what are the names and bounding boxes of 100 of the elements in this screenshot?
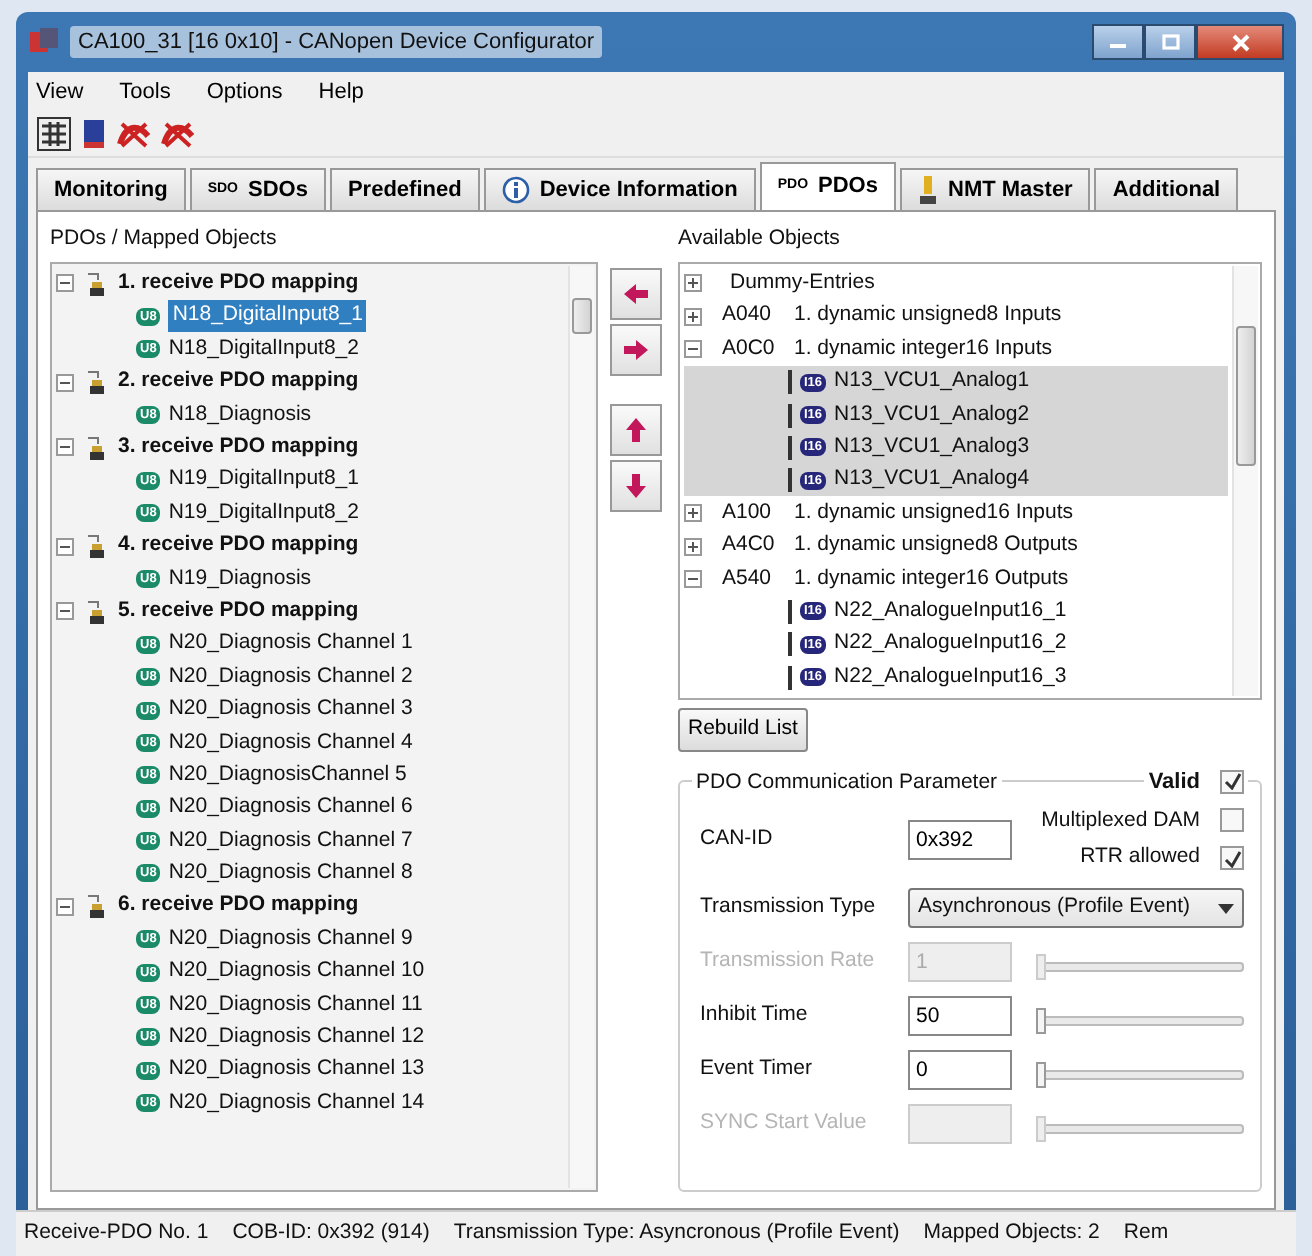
arrow-right-icon	[622, 336, 650, 364]
arrow-up-icon	[622, 416, 650, 444]
expander-icon[interactable]	[56, 274, 74, 293]
menu-item[interactable]: Tools	[119, 76, 171, 106]
group-label[interactable]: 4. receive PDO mapping	[118, 530, 359, 562]
tree-item[interactable]: N20_Diagnosis Channel 13	[168, 1054, 425, 1087]
object-index: A040	[722, 300, 774, 331]
group-label[interactable]: 3. receive PDO mapping	[118, 432, 359, 464]
checkbox[interactable]	[1220, 769, 1244, 794]
group-label[interactable]: 1. dynamic integer16 Inputs	[794, 333, 1052, 366]
arrow-down-button[interactable]	[610, 460, 662, 512]
checkbox-label: Multiplexed DAM	[1041, 805, 1200, 836]
field-label: CAN-ID	[700, 823, 775, 854]
object-index: A0C0	[722, 333, 777, 364]
mapping-icon	[82, 597, 110, 626]
maximize-icon	[1161, 34, 1179, 50]
input-field[interactable]: 50	[908, 996, 1012, 1037]
group-label[interactable]: Dummy-Entries	[730, 268, 875, 300]
connector-icon	[788, 632, 792, 657]
status-text: COB-ID: 0x392 (914)	[232, 1218, 430, 1249]
expander-icon[interactable]	[684, 504, 702, 523]
group-label[interactable]: 5. receive PDO mapping	[118, 595, 359, 628]
tab[interactable]: Monitoring	[36, 168, 186, 210]
tree-item[interactable]: N20_Diagnosis Channel 9	[168, 923, 413, 956]
tree-item[interactable]: N20_Diagnosis Channel 6	[168, 792, 413, 825]
tree-item[interactable]: N20_Diagnosis Channel 12	[168, 1022, 425, 1054]
arrow-left-button[interactable]	[610, 268, 662, 320]
checkbox[interactable]	[1220, 846, 1244, 871]
item-label: N13_VCU1_Analog3	[834, 432, 1030, 463]
tree-item[interactable]: N19_Diagnosis	[168, 563, 312, 595]
connector-icon	[788, 370, 792, 395]
tree-item[interactable]: N20_DiagnosisChannel 5	[168, 759, 407, 792]
group-label[interactable]: 1. dynamic unsigned8 Outputs	[794, 530, 1078, 562]
mapping-icon	[82, 433, 110, 462]
tree-item[interactable]: N19_DigitalInput8_2	[168, 497, 359, 530]
connector-icon	[788, 468, 792, 493]
tree-item[interactable]: N20_Diagnosis Channel 11	[168, 989, 423, 1021]
panel-label: Available Objects	[678, 224, 842, 254]
tree-item[interactable]: N20_Diagnosis Channel 10	[168, 956, 425, 989]
arrow-up-button[interactable]	[610, 404, 662, 456]
tree-item[interactable]: N20_Diagnosis Channel 7	[168, 825, 413, 857]
arrow-right-button[interactable]	[610, 324, 662, 376]
menu-item[interactable]: Help	[318, 76, 364, 106]
tree-item[interactable]: N20_Diagnosis Channel 2	[168, 661, 413, 693]
expander-icon[interactable]	[56, 537, 74, 556]
expander-icon[interactable]	[684, 569, 702, 588]
grid-icon[interactable]	[36, 115, 72, 151]
expander-icon[interactable]	[56, 373, 74, 392]
arrow-down-icon	[622, 472, 650, 500]
input-field[interactable]: 0	[908, 1050, 1012, 1091]
tree-item[interactable]: N20_Diagnosis Channel 4	[168, 727, 413, 759]
check-icon	[1223, 772, 1241, 791]
device-icon[interactable]	[80, 115, 108, 151]
tree-item[interactable]: N20_Diagnosis Channel 3	[168, 694, 413, 726]
status-text: Rem	[1123, 1218, 1169, 1249]
expander-icon[interactable]	[684, 340, 702, 359]
group-label[interactable]: 1. dynamic integer16 Outputs	[794, 563, 1069, 595]
maximize-button[interactable]	[1144, 24, 1196, 60]
group-label[interactable]: 6. receive PDO mapping	[118, 890, 359, 923]
app-icon	[28, 26, 60, 58]
window-title: CA100_31 [16 0x10] - CANopen Device Configurator	[70, 25, 603, 59]
expander-icon[interactable]	[56, 438, 74, 457]
tab[interactable]: NMT Master	[900, 168, 1091, 210]
expander-icon[interactable]	[684, 537, 702, 556]
tree-item[interactable]: N18_DigitalInput8_2	[168, 333, 359, 366]
tab[interactable]: Predefined	[329, 168, 480, 210]
tree-item[interactable]: N20_Diagnosis Channel 8	[168, 858, 413, 890]
group-label[interactable]: 1. dynamic unsigned8 Inputs	[794, 300, 1062, 333]
expander-icon[interactable]	[56, 897, 74, 916]
tree-item[interactable]: N19_DigitalInput8_1	[168, 464, 359, 497]
expander-icon[interactable]	[684, 274, 702, 293]
expander-icon[interactable]	[684, 307, 702, 326]
menu-item[interactable]: View	[36, 76, 84, 106]
tree-item[interactable]: N18_Diagnosis	[168, 399, 312, 431]
rebuild-list-button[interactable]: Rebuild List	[678, 707, 808, 752]
close-button[interactable]	[1196, 24, 1284, 60]
tab[interactable]: Device Information	[483, 168, 756, 210]
field-label: Event Timer	[700, 1054, 815, 1085]
tree-item[interactable]: N20_Diagnosis Channel 1	[168, 628, 413, 661]
scrollbar[interactable]	[1232, 265, 1258, 696]
input-field[interactable]: 0x392	[908, 819, 1012, 860]
object-index: A540	[722, 563, 774, 594]
group-label[interactable]: 2. receive PDO mapping	[118, 366, 359, 398]
tree-item[interactable]: N20_Diagnosis Channel 14	[168, 1087, 425, 1120]
checkbox[interactable]	[1220, 808, 1244, 833]
item-label: N13_VCU1_Analog1	[834, 366, 1030, 397]
scrollbar[interactable]	[568, 265, 594, 1189]
mapping-icon	[82, 532, 110, 561]
minimize-button[interactable]	[1092, 24, 1144, 60]
tab[interactable]: Additional	[1094, 168, 1239, 210]
status-text: Receive-PDO No. 1	[24, 1218, 209, 1249]
tree-item[interactable]: N18_DigitalInput8_1	[168, 300, 367, 333]
check-icon	[1223, 849, 1241, 868]
object-index: A100	[722, 497, 774, 528]
group-label[interactable]: 1. dynamic unsigned16 Inputs	[794, 497, 1074, 530]
menu-item[interactable]: Options	[206, 76, 283, 106]
checkbox-label: RTR allowed	[1080, 842, 1200, 873]
group-label[interactable]: 1. receive PDO mapping	[118, 268, 359, 300]
expander-icon[interactable]	[56, 602, 74, 621]
dropdown[interactable]: Asynchronous (Profile Event)	[908, 888, 1244, 929]
